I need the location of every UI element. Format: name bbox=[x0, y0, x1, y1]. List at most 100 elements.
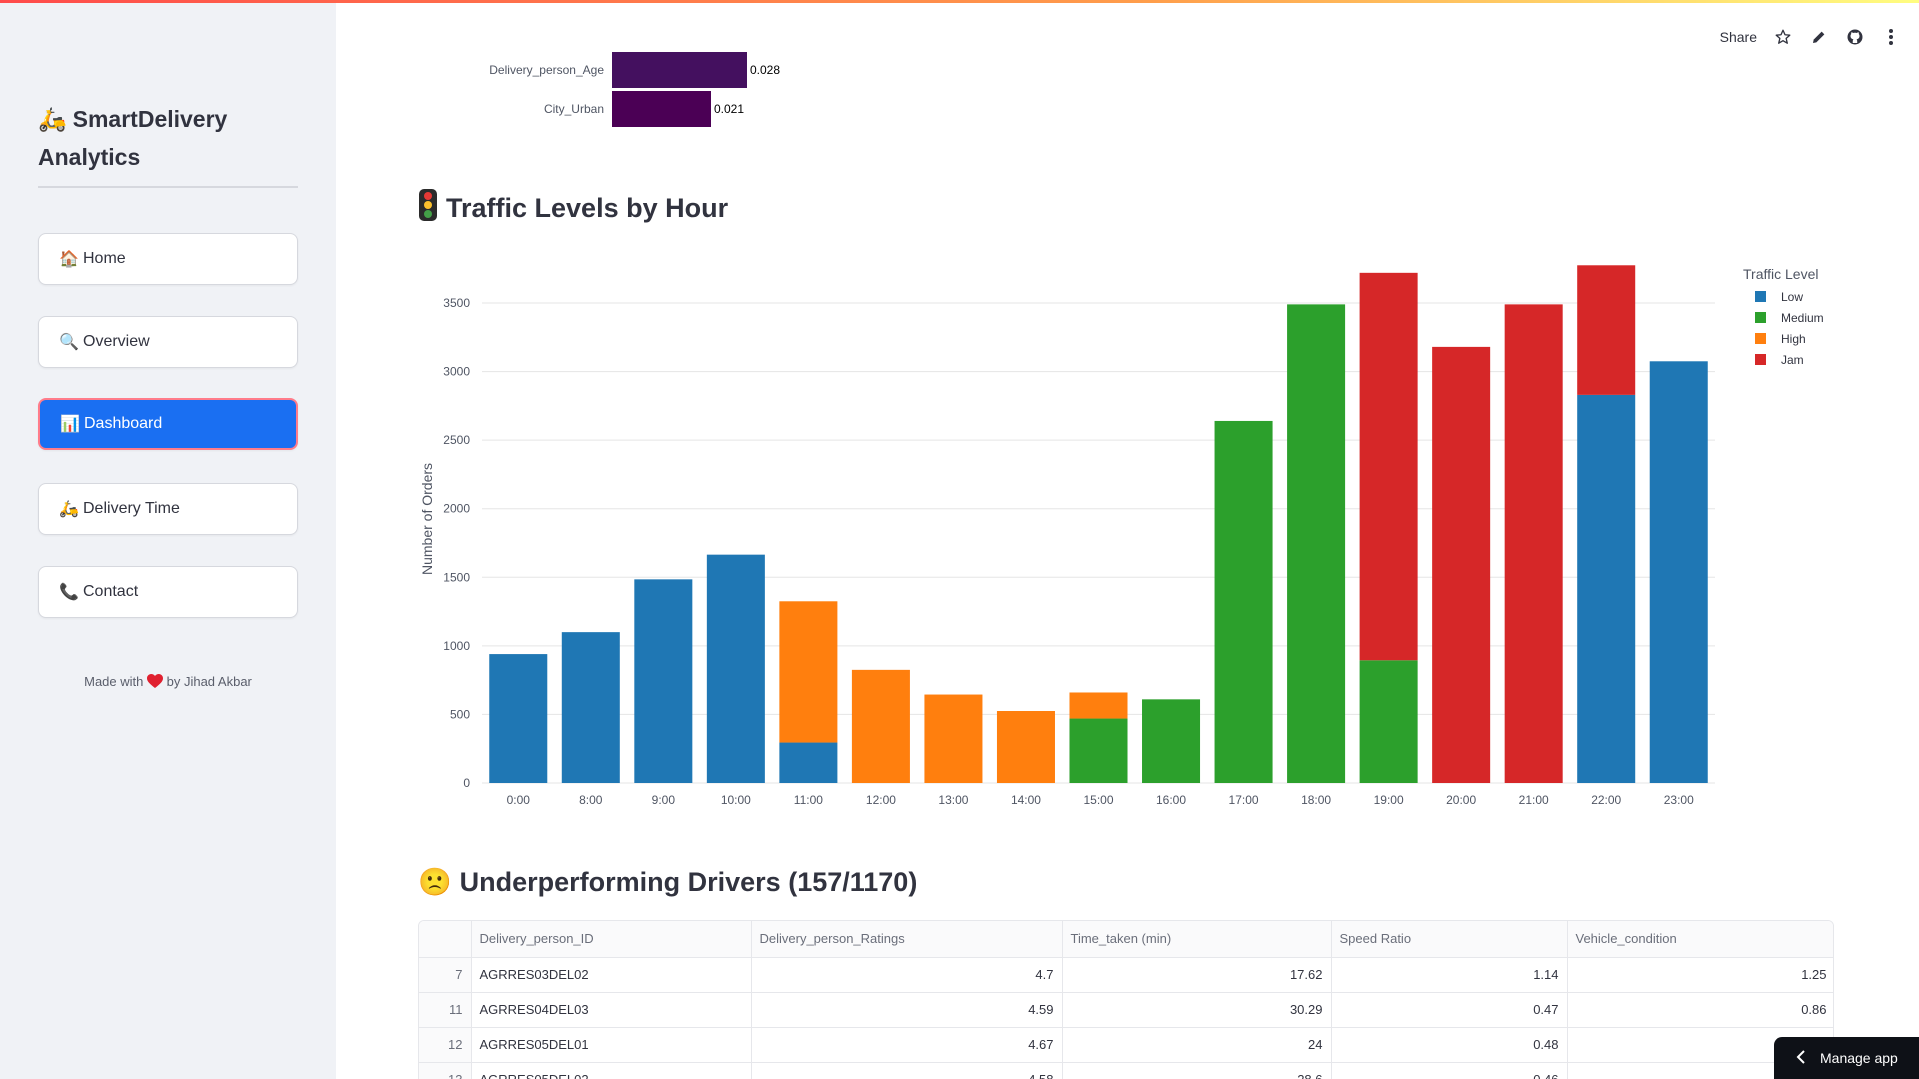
x-tick-label: 14:00 bbox=[1011, 793, 1041, 807]
cell-speed[interactable]: 1.14 bbox=[1331, 957, 1568, 993]
cell-rating[interactable]: 4.59 bbox=[751, 992, 1063, 1028]
table-row[interactable]: 13 AGRRES05DEL02 4.58 28.6 0.46 bbox=[419, 1062, 1833, 1079]
underperforming-drivers-table[interactable]: Delivery_person_ID Delivery_person_Ratin… bbox=[418, 920, 1834, 1079]
y-tick-label: 0 bbox=[463, 776, 470, 790]
app-title: 🛵 SmartDelivery Analytics bbox=[38, 100, 298, 176]
edit-icon[interactable] bbox=[1809, 27, 1829, 47]
bar-low bbox=[706, 554, 765, 783]
bar-low bbox=[779, 742, 838, 783]
legend-swatch bbox=[1755, 354, 1766, 365]
y-tick-label: 3500 bbox=[443, 296, 470, 310]
column-header-vehicle[interactable]: Vehicle_condition bbox=[1567, 921, 1833, 958]
cell-driver-id[interactable]: AGRRES03DEL02 bbox=[471, 957, 752, 993]
cell-rating[interactable]: 4.7 bbox=[751, 957, 1063, 993]
underperforming-heading: Underperforming Drivers (157/1170) bbox=[459, 866, 918, 897]
bar-medium bbox=[1287, 304, 1346, 783]
cell-driver-id[interactable]: AGRRES04DEL03 bbox=[471, 992, 752, 1028]
cell-vehicle[interactable]: 1.25 bbox=[1567, 957, 1833, 993]
table-row[interactable]: 11 AGRRES04DEL03 4.59 30.29 0.47 0.86 bbox=[419, 992, 1833, 1028]
legend-swatch bbox=[1755, 312, 1766, 323]
x-tick-label: 17:00 bbox=[1229, 793, 1259, 807]
x-tick-label: 20:00 bbox=[1446, 793, 1476, 807]
column-header-id[interactable]: Delivery_person_ID bbox=[471, 921, 752, 958]
legend-title: Traffic Level bbox=[1743, 266, 1818, 282]
bar-low bbox=[1649, 361, 1708, 783]
bar-low bbox=[489, 654, 548, 783]
table-row[interactable]: 7 AGRRES03DEL02 4.7 17.62 1.14 1.25 bbox=[419, 957, 1833, 993]
nav-label-dashboard: Dashboard bbox=[84, 415, 163, 432]
importance-row: City_Urban 0.021 bbox=[412, 91, 744, 127]
bar-jam bbox=[1359, 272, 1418, 661]
importance-value: 0.028 bbox=[750, 63, 781, 77]
cell-speed[interactable]: 0.47 bbox=[1331, 992, 1568, 1028]
sidebar-divider bbox=[38, 186, 298, 188]
cell-driver-id[interactable]: AGRRES05DEL01 bbox=[471, 1027, 752, 1063]
legend-label: Low bbox=[1781, 290, 1803, 304]
share-button[interactable]: Share bbox=[1720, 29, 1757, 45]
x-tick-label: 22:00 bbox=[1591, 793, 1621, 807]
credit-prefix: Made with bbox=[84, 674, 144, 689]
column-header-time[interactable]: Time_taken (min) bbox=[1062, 921, 1332, 958]
row-index: 11 bbox=[419, 992, 472, 1028]
nav-button-home[interactable]: 🏠 Home bbox=[38, 233, 298, 285]
table-header-row: Delivery_person_ID Delivery_person_Ratin… bbox=[419, 921, 1833, 958]
nav-label-contact: Contact bbox=[83, 583, 139, 600]
x-tick-label: 8:00 bbox=[579, 793, 603, 807]
cell-rating[interactable]: 4.67 bbox=[751, 1027, 1063, 1063]
x-tick-label: 18:00 bbox=[1301, 793, 1331, 807]
bar-low bbox=[561, 632, 620, 783]
column-header-ratings[interactable]: Delivery_person_Ratings bbox=[751, 921, 1063, 958]
heart-icon bbox=[146, 674, 163, 692]
cell-time[interactable]: 17.62 bbox=[1062, 957, 1332, 993]
importance-label: Delivery_person_Age bbox=[489, 63, 604, 77]
cell-speed[interactable]: 0.48 bbox=[1331, 1027, 1568, 1063]
x-tick-label: 11:00 bbox=[794, 793, 823, 807]
cell-time[interactable]: 30.29 bbox=[1062, 992, 1332, 1028]
traffic-light-icon bbox=[418, 188, 438, 229]
x-tick-label: 23:00 bbox=[1664, 793, 1694, 807]
cell-time[interactable]: 28.6 bbox=[1062, 1062, 1332, 1079]
underperforming-section-title: 🙁 Underperforming Drivers (157/1170) bbox=[418, 866, 917, 898]
app-header: Share bbox=[1720, 22, 1901, 52]
nav-button-contact[interactable]: 📞 Contact bbox=[38, 566, 298, 618]
column-header-index[interactable] bbox=[419, 921, 472, 958]
bar-low bbox=[634, 579, 693, 783]
manage-app-button[interactable]: Manage app bbox=[1774, 1037, 1919, 1079]
bar-medium bbox=[1214, 420, 1273, 783]
x-tick-label: 9:00 bbox=[652, 793, 676, 807]
x-tick-label: 10:00 bbox=[721, 793, 751, 807]
nav-button-dashboard[interactable]: 📊 Dashboard bbox=[38, 398, 298, 450]
y-axis-label: Number of Orders bbox=[419, 463, 435, 575]
manage-app-label: Manage app bbox=[1820, 1050, 1898, 1066]
cell-speed[interactable]: 0.46 bbox=[1331, 1062, 1568, 1079]
cell-driver-id[interactable]: AGRRES05DEL02 bbox=[471, 1062, 752, 1079]
x-tick-label: 19:00 bbox=[1374, 793, 1404, 807]
scooter-icon: 🛵 bbox=[38, 106, 67, 132]
bar-medium bbox=[1069, 718, 1128, 783]
bar-high bbox=[851, 669, 910, 783]
github-icon[interactable] bbox=[1845, 27, 1865, 47]
bar-high bbox=[996, 711, 1055, 783]
traffic-section-heading: Traffic Levels by Hour bbox=[446, 193, 729, 223]
cell-rating[interactable]: 4.58 bbox=[751, 1062, 1063, 1079]
nav-label-delivery-time: Delivery Time bbox=[83, 500, 180, 517]
bar-chart-icon: 📊 bbox=[60, 416, 80, 433]
legend-swatch bbox=[1755, 291, 1766, 302]
cell-vehicle[interactable]: 0.86 bbox=[1567, 992, 1833, 1028]
nav-button-delivery-time[interactable]: 🛵 Delivery Time bbox=[38, 483, 298, 535]
row-index: 13 bbox=[419, 1062, 472, 1079]
legend-label: High bbox=[1781, 332, 1806, 346]
nav-button-overview[interactable]: 🔍 Overview bbox=[38, 316, 298, 368]
telephone-icon: 📞 bbox=[59, 584, 79, 601]
y-tick-label: 1000 bbox=[443, 639, 470, 653]
column-header-speed[interactable]: Speed Ratio bbox=[1331, 921, 1568, 958]
table-row[interactable]: 12 AGRRES05DEL01 4.67 24 0.48 bbox=[419, 1027, 1833, 1063]
y-tick-label: 2000 bbox=[443, 502, 470, 516]
bar-medium bbox=[1359, 660, 1418, 783]
cell-time[interactable]: 24 bbox=[1062, 1027, 1332, 1063]
row-index: 7 bbox=[419, 957, 472, 993]
star-icon[interactable] bbox=[1773, 27, 1793, 47]
magnifier-icon: 🔍 bbox=[59, 334, 79, 351]
more-vertical-icon[interactable] bbox=[1881, 27, 1901, 47]
traffic-section-title: Traffic Levels by Hour bbox=[418, 188, 728, 229]
